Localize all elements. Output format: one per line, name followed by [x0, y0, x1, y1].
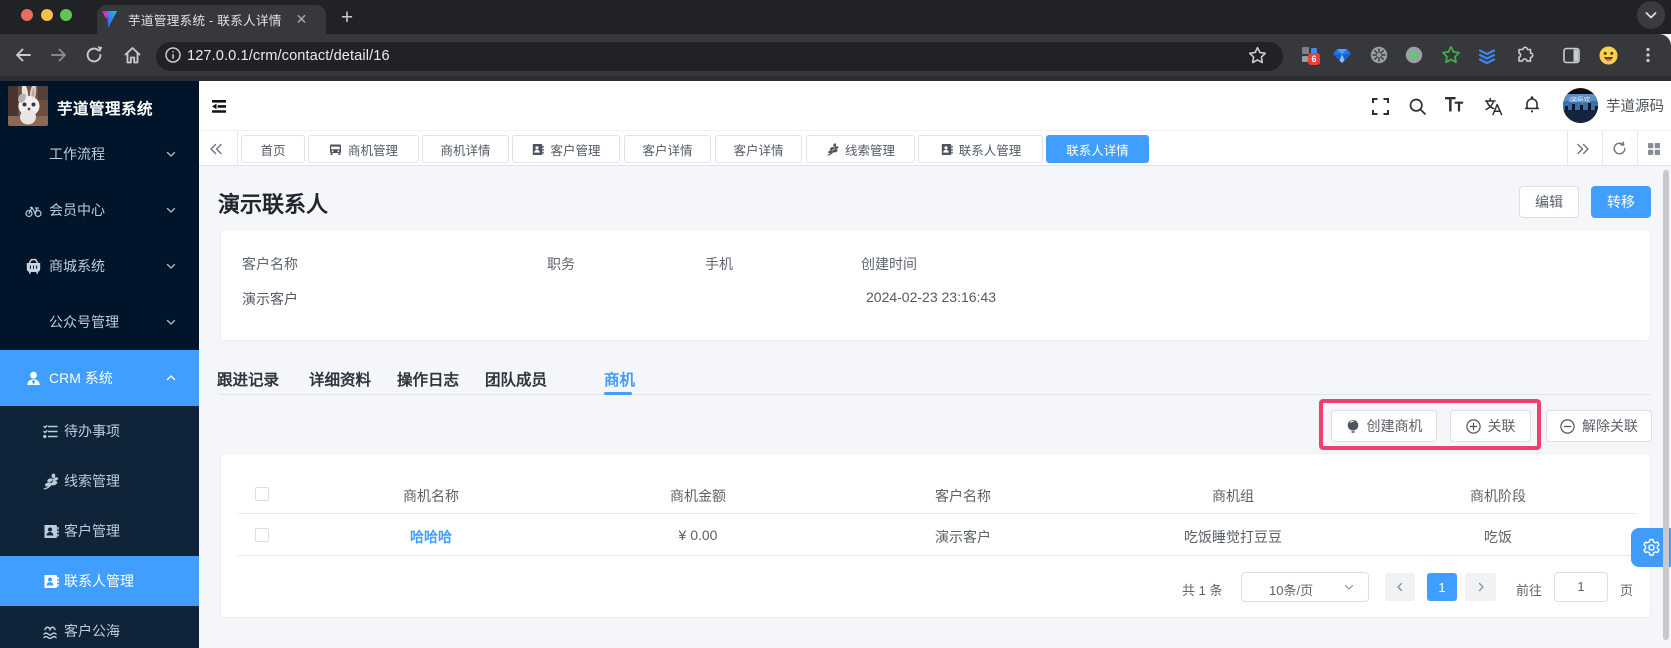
- svg-text:6: 6: [1311, 54, 1316, 64]
- svg-text:义乌欢: 义乌欢: [1571, 95, 1591, 104]
